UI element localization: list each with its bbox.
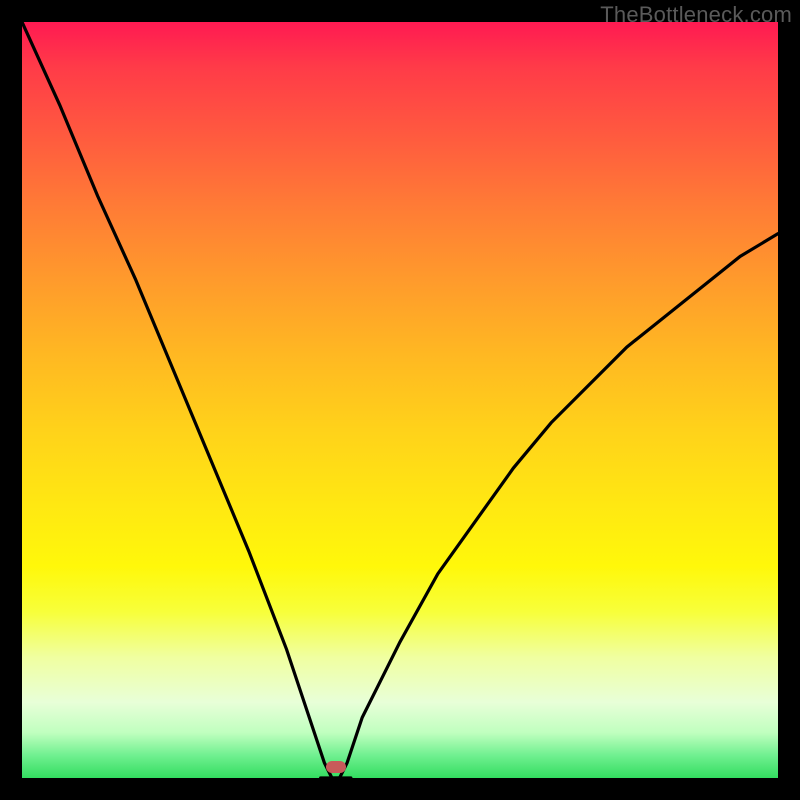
bottleneck-curve bbox=[22, 22, 778, 778]
chart-frame bbox=[22, 22, 778, 778]
vertex-marker bbox=[326, 761, 346, 773]
watermark-text: TheBottleneck.com bbox=[600, 2, 792, 28]
